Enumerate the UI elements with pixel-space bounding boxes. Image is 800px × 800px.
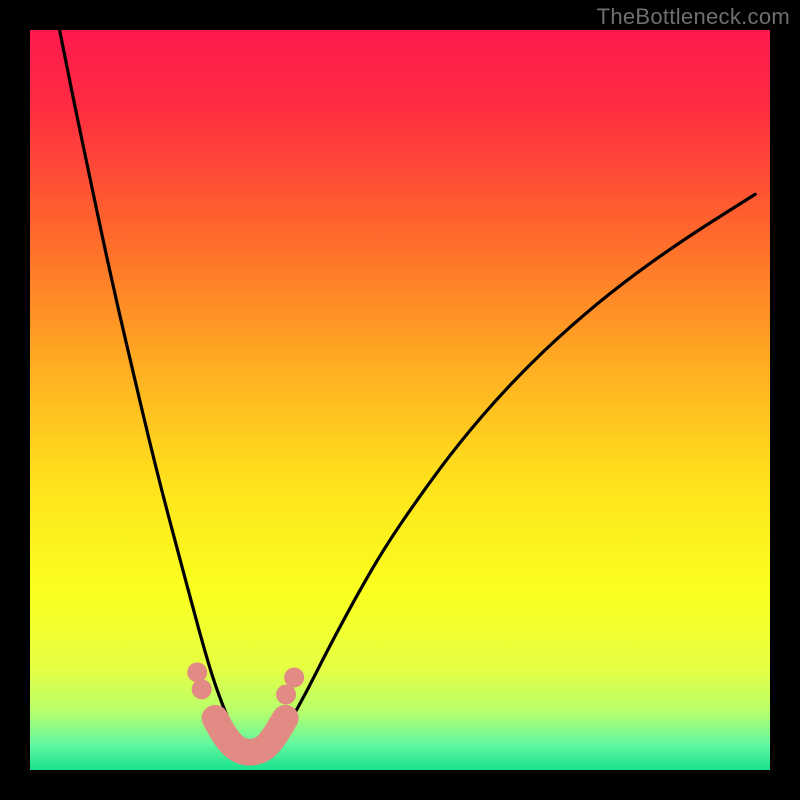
highlight-dot bbox=[187, 662, 207, 682]
highlight-dot bbox=[192, 679, 212, 699]
chart-stage: TheBottleneck.com bbox=[0, 0, 800, 800]
bottleneck-chart bbox=[0, 0, 800, 800]
highlight-dot bbox=[284, 668, 304, 688]
highlight-dot bbox=[276, 685, 296, 705]
watermark-label: TheBottleneck.com bbox=[597, 4, 790, 30]
